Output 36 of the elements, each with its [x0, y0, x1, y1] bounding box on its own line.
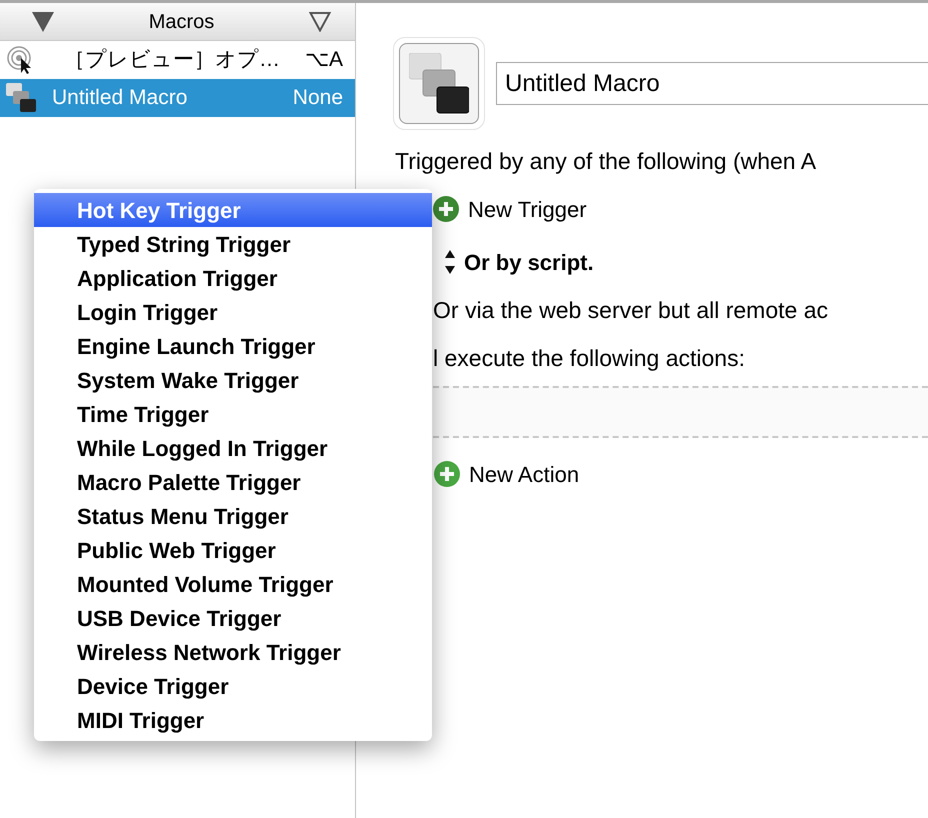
menu-item[interactable]: Application Trigger: [34, 261, 432, 295]
menu-item[interactable]: Public Web Trigger: [34, 533, 432, 567]
macro-icon-well[interactable]: [393, 37, 485, 130]
menu-item[interactable]: Typed String Trigger: [34, 227, 432, 261]
macro-hotkey: None: [292, 85, 343, 112]
menu-item[interactable]: Device Trigger: [34, 669, 432, 703]
actions-description: l execute the following actions:: [432, 344, 746, 373]
trigger-description: Triggered by any of the following (when A: [394, 147, 818, 176]
macro-name: Untitled Macro: [52, 85, 188, 112]
stacked-windows-icon: [409, 52, 469, 114]
new-action-link[interactable]: New Action: [469, 458, 580, 490]
web-server-text: Or via the web server but all remote ac: [432, 296, 829, 324]
add-icon[interactable]: [433, 460, 461, 488]
menu-item[interactable]: Hot Key Trigger: [34, 193, 432, 227]
menu-item[interactable]: While Logged In Trigger: [34, 431, 432, 465]
list-title: Macros: [148, 10, 216, 34]
stepper-icon[interactable]: [444, 249, 456, 275]
menu-item[interactable]: System Wake Trigger: [34, 363, 432, 397]
add-icon[interactable]: [432, 195, 460, 223]
new-trigger-link[interactable]: New Trigger: [468, 192, 587, 226]
menu-item[interactable]: Login Trigger: [34, 295, 432, 329]
macro-hotkey: ⌥A: [304, 47, 343, 74]
script-label: Or by script.: [464, 248, 594, 277]
macro-name: ［プレビュー］オプ…: [64, 47, 281, 74]
stacked-windows-icon: [6, 83, 38, 113]
menu-item[interactable]: Wireless Network Trigger: [34, 635, 432, 669]
menu-item[interactable]: Time Trigger: [34, 397, 432, 431]
menu-item[interactable]: MIDI Trigger: [34, 703, 432, 737]
triangle-icon[interactable]: [32, 12, 54, 32]
menu-item[interactable]: Macro Palette Trigger: [34, 465, 432, 499]
triangle-outline-icon[interactable]: [309, 12, 331, 32]
menu-item[interactable]: USB Device Trigger: [34, 601, 432, 635]
menu-item[interactable]: Status Menu Trigger: [34, 499, 432, 533]
menu-item[interactable]: Mounted Volume Trigger: [34, 567, 432, 601]
macro-name-field[interactable]: Untitled Macro: [496, 62, 928, 105]
menu-item[interactable]: Engine Launch Trigger: [34, 329, 432, 363]
